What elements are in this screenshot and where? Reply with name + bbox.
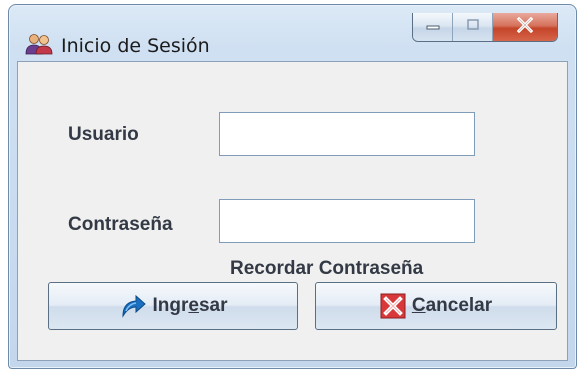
login-window: Inicio de Sesión Usuario Contraseña Reco… (8, 4, 577, 369)
maximize-button[interactable] (453, 13, 493, 41)
close-icon (516, 16, 534, 38)
login-button[interactable]: Ingresar (48, 282, 298, 330)
cancel-button-label: Cancelar (411, 295, 493, 316)
cancel-x-icon (380, 293, 406, 319)
login-button-label: Ingresar (152, 295, 228, 316)
password-input[interactable] (219, 199, 475, 243)
window-controls (412, 13, 558, 42)
form-panel: Usuario Contraseña Recordar Contraseña I… (17, 61, 568, 361)
window-title: Inicio de Sesión (61, 35, 210, 57)
remember-password-link[interactable]: Recordar Contraseña (230, 258, 423, 280)
users-icon (25, 33, 53, 55)
user-label: Usuario (68, 124, 139, 145)
password-label: Contraseña (68, 214, 173, 235)
maximize-icon (465, 18, 481, 37)
refresh-arrow-icon (119, 293, 147, 319)
user-input[interactable] (219, 112, 475, 156)
cancel-button[interactable]: Cancelar (315, 282, 557, 330)
close-button[interactable] (493, 13, 557, 41)
minimize-button[interactable] (413, 13, 453, 41)
minimize-icon (425, 18, 441, 36)
title-bar[interactable]: Inicio de Sesión (9, 5, 576, 57)
